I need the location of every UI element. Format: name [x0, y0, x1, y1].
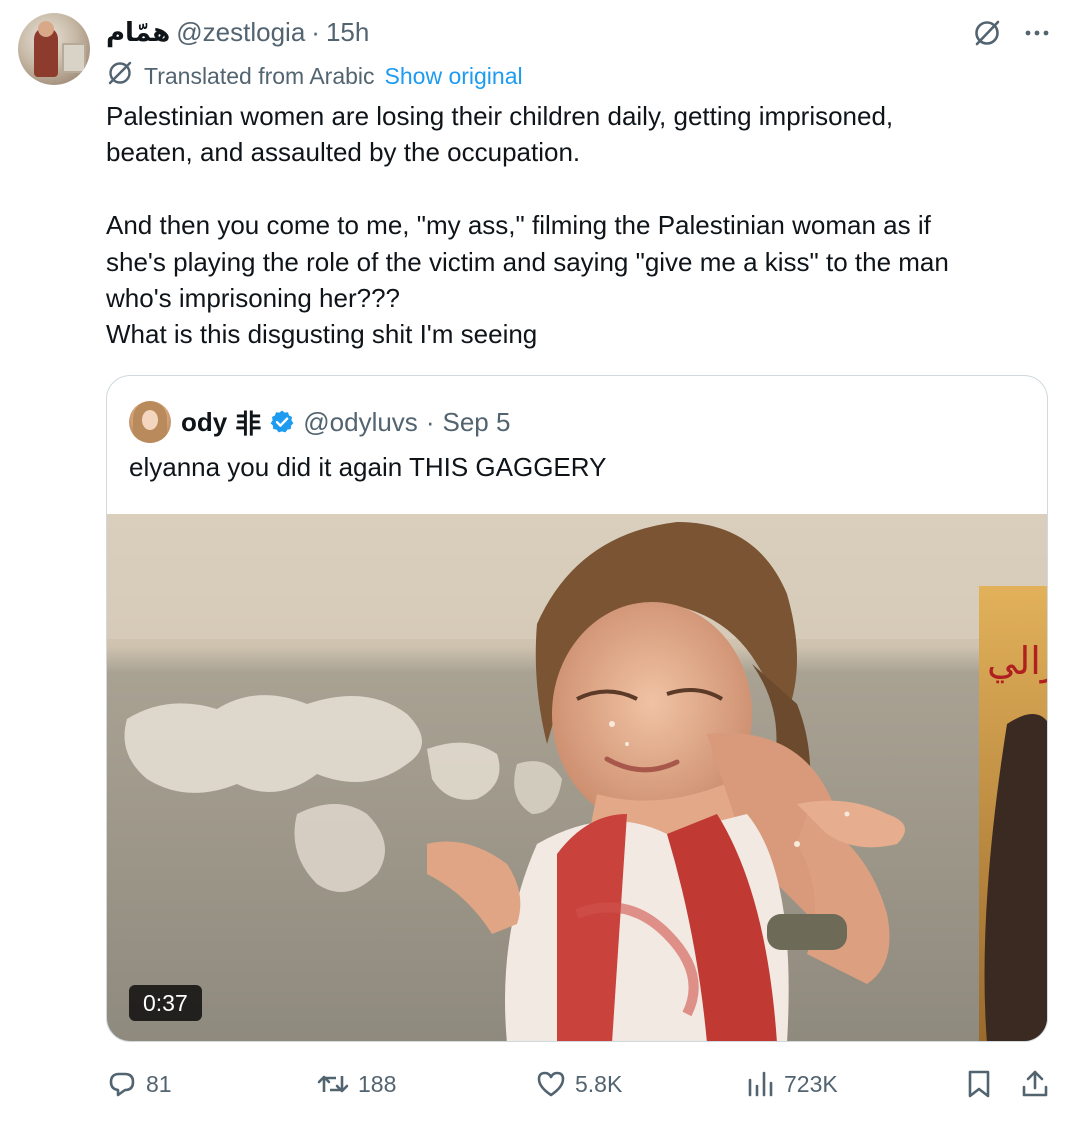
views-icon: [746, 1068, 776, 1100]
like-button[interactable]: 5.8K: [535, 1066, 622, 1102]
poster-wall-text: زالي: [987, 639, 1048, 683]
quoted-name-emblem: 非: [235, 408, 262, 439]
quoted-separator: ·: [425, 406, 435, 437]
author-avatar[interactable]: [18, 13, 90, 85]
grok-icon[interactable]: [972, 18, 1002, 48]
views-button[interactable]: 723K: [746, 1066, 838, 1102]
like-count: 5.8K: [575, 1070, 623, 1097]
author-handle[interactable]: @zestlogia: [176, 17, 305, 48]
quoted-tweet-header: ody 非 @odyluvs · Sep 5: [129, 401, 510, 443]
video-thumbnail: زالي: [107, 514, 1048, 1041]
quoted-handle[interactable]: @odyluvs: [303, 407, 418, 438]
quoted-tweet-text: elyanna you did it again THIS GAGGERY: [129, 452, 607, 482]
repost-button[interactable]: 188: [316, 1066, 396, 1102]
author-display-name[interactable]: همّام: [106, 17, 170, 48]
share-icon: [1020, 1068, 1050, 1100]
quoted-author-avatar[interactable]: [129, 401, 171, 443]
tweet-text-line: beaten, and assaulted by the occupation.: [106, 137, 581, 168]
tweet-text-line: And then you come to me, "my ass," filmi…: [106, 210, 931, 241]
tweet-text-line: she's playing the role of the victim and…: [106, 246, 949, 277]
tweet[interactable]: همّام @zestlogia · 15h Translated from A…: [0, 0, 1072, 1122]
repost-count: 188: [358, 1070, 397, 1097]
tweet-text-line: Palestinian women are losing their child…: [106, 101, 894, 131]
reply-count: 81: [146, 1070, 172, 1097]
bookmark-button[interactable]: [964, 1066, 994, 1102]
tweet-action-bar: 81 188 5.8K 723K: [106, 1066, 1050, 1102]
views-count: 723K: [784, 1070, 838, 1097]
tweet-text-line: who's imprisoning her???: [106, 283, 401, 314]
video-player[interactable]: زالي: [107, 514, 1048, 1041]
quoted-tweet[interactable]: ody 非 @odyluvs · Sep 5 elyanna you did i…: [106, 375, 1048, 1042]
share-button[interactable]: [1020, 1066, 1050, 1102]
tweet-body: Palestinian women are losing their child…: [106, 98, 1036, 353]
quoted-display-name[interactable]: ody: [181, 407, 227, 438]
like-icon: [535, 1068, 567, 1100]
quoted-date[interactable]: Sep 5: [442, 407, 510, 438]
tweet-timestamp[interactable]: 15h: [326, 17, 369, 48]
verified-badge-icon: [269, 409, 295, 435]
translate-icon: [106, 59, 134, 93]
tweet-top-actions: [972, 18, 1052, 48]
more-icon[interactable]: [1022, 18, 1052, 48]
reply-button[interactable]: 81: [106, 1066, 172, 1102]
repost-icon: [316, 1068, 350, 1100]
video-duration-badge: 0:37: [129, 985, 202, 1021]
translation-notice: Translated from Arabic Show original: [106, 61, 523, 91]
header-separator: ·: [311, 16, 320, 47]
tweet-header: همّام @zestlogia · 15h: [106, 16, 369, 48]
tweet-text-line: What is this disgusting shit I'm seeing: [106, 319, 538, 350]
show-original-link[interactable]: Show original: [385, 63, 523, 90]
bookmark-icon: [964, 1068, 994, 1100]
translated-label: Translated from Arabic: [144, 62, 375, 89]
reply-icon: [106, 1068, 138, 1100]
